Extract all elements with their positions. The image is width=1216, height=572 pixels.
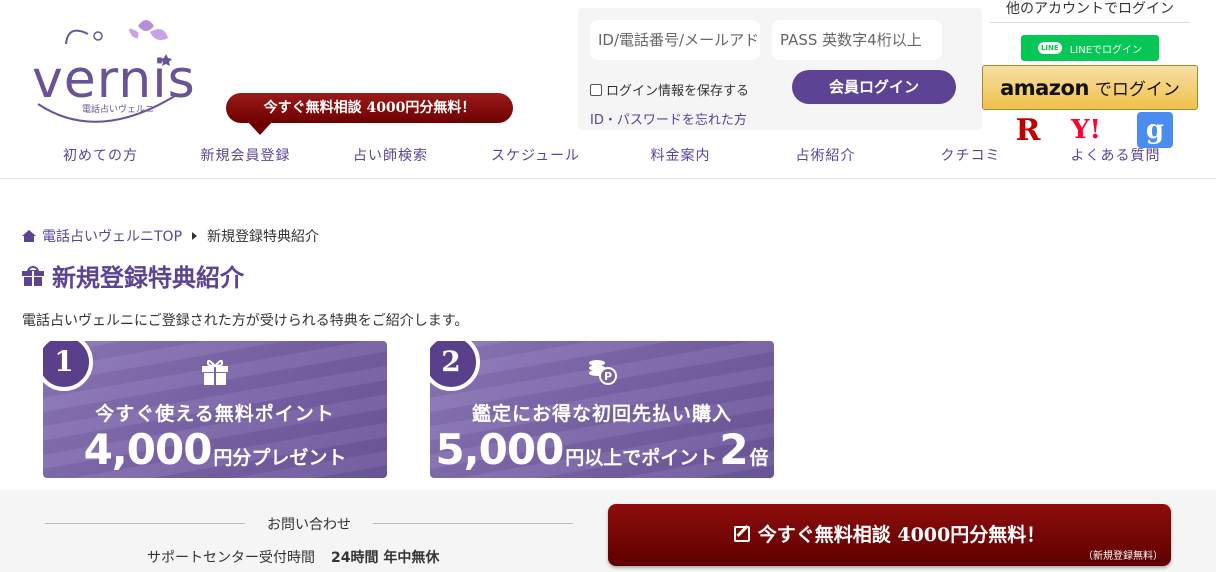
logo-text: vernis [32,50,196,110]
main-nav: 初めての方 新規会員登録 占い師検索 スケジュール 料金案内 占術紹介 クチコミ… [28,143,1188,169]
support-hours: サポートセンター受付時間 24時間 年中無休 [147,547,439,567]
coin-icon: P [589,360,617,385]
free-consult-promo-button[interactable]: 今すぐ無料相談 4000円分無料！ [226,93,513,135]
nav-item-first-time[interactable]: 初めての方 [28,143,173,169]
header-divider [0,178,1216,179]
benefit-amount: 4,000 [83,425,213,474]
nav-item-divination[interactable]: 占術紹介 [753,143,898,169]
home-icon [22,230,36,242]
contact-title: お問い合わせ [45,514,573,534]
gift-icon [22,265,44,286]
svg-text:P: P [604,370,612,383]
login-panel: ID/電話番号/メールアドレス PASS 英数字4桁以上 ログイン情報を保存する… [578,8,982,130]
save-login-checkbox[interactable] [590,83,602,96]
breadcrumb-home-link[interactable]: 電話占いヴェルニTOP [42,226,182,246]
member-login-button[interactable]: 会員ログイン [792,70,956,104]
nav-item-search[interactable]: 占い師検索 [318,143,463,169]
social-login-title: 他のアカウントでログイン [990,0,1190,23]
password-input[interactable]: PASS 英数字4桁以上 [772,20,942,60]
benefit-number: 2 [430,341,480,391]
logo-subtitle: 電話占いヴェルニ [82,105,155,115]
amazon-logo: amazon [1000,75,1089,100]
amazon-login-button[interactable]: amazon でログイン [982,65,1198,110]
benefit-offer: 5,000 円以上でポイント 2 倍 [430,425,774,474]
nav-item-register[interactable]: 新規会員登録 [173,143,318,169]
benefit-amount-tail: 円以上でポイント [565,447,718,469]
gift-icon [202,360,228,385]
forgot-password-link[interactable]: ID・パスワードを忘れた方 [590,109,747,128]
cta-label: 今すぐ無料相談 4000円分無料！ [757,524,1046,546]
support-label: サポートセンター受付時間 [147,550,315,566]
line-login-label: LINEでログイン [1069,44,1143,56]
page-title: 新規登録特典紹介 [22,258,244,293]
breadcrumb-arrow-icon [192,232,198,240]
benefit-card-1: 1 今すぐ使える無料ポイント 4,000 円分プレゼント [43,341,387,478]
benefit-headline: 鑑定にお得な初回先払い購入 [471,403,732,425]
benefit-multiplier: 2 [719,425,748,474]
nav-item-faq[interactable]: よくある質問 [1043,143,1188,169]
edit-icon [733,525,750,542]
save-login-option[interactable]: ログイン情報を保存する [590,80,749,99]
benefit-multiplier-tail: 倍 [749,447,769,469]
site-logo[interactable]: vernis 電話占いヴェルニ [28,14,208,136]
line-login-button[interactable]: LINE LINEでログイン [1021,35,1159,61]
cta-main: 今すぐ無料相談 4000円分無料！ [608,520,1171,547]
page-title-text: 新規登録特典紹介 [52,263,244,292]
amazon-login-label: でログイン [1094,80,1180,100]
nav-item-reviews[interactable]: クチコミ [898,143,1043,169]
breadcrumb: 電話占いヴェルニTOP 新規登録特典紹介 [22,226,319,246]
page-intro: 電話占いヴェルニにご登録された方が受けられる特典をご紹介します。 [22,313,469,329]
benefit-amount-tail: 円分プレゼント [213,447,347,469]
cta-note: （新規登録無料） [1083,551,1163,562]
benefit-headline: 今すぐ使える無料ポイント [95,403,335,425]
free-consult-cta-button[interactable]: 今すぐ無料相談 4000円分無料！ （新規登録無料） [608,504,1171,566]
benefit-amount: 5,000 [435,425,564,474]
benefit-card-2: 2 P 鑑定にお得な初回先払い購入 5,000 円以上でポイント 2 倍 [430,341,774,478]
nav-item-schedule[interactable]: スケジュール [463,143,608,169]
benefit-number: 1 [43,341,93,391]
nav-item-pricing[interactable]: 料金案内 [608,143,753,169]
id-input[interactable]: ID/電話番号/メールアドレス [590,20,760,60]
save-login-label: ログイン情報を保存する [606,84,750,99]
breadcrumb-current: 新規登録特典紹介 [207,229,320,245]
benefit-offer: 4,000 円分プレゼント [43,425,387,474]
line-icon: LINE [1037,42,1062,54]
support-hours-value: 24時間 年中無休 [331,550,440,566]
